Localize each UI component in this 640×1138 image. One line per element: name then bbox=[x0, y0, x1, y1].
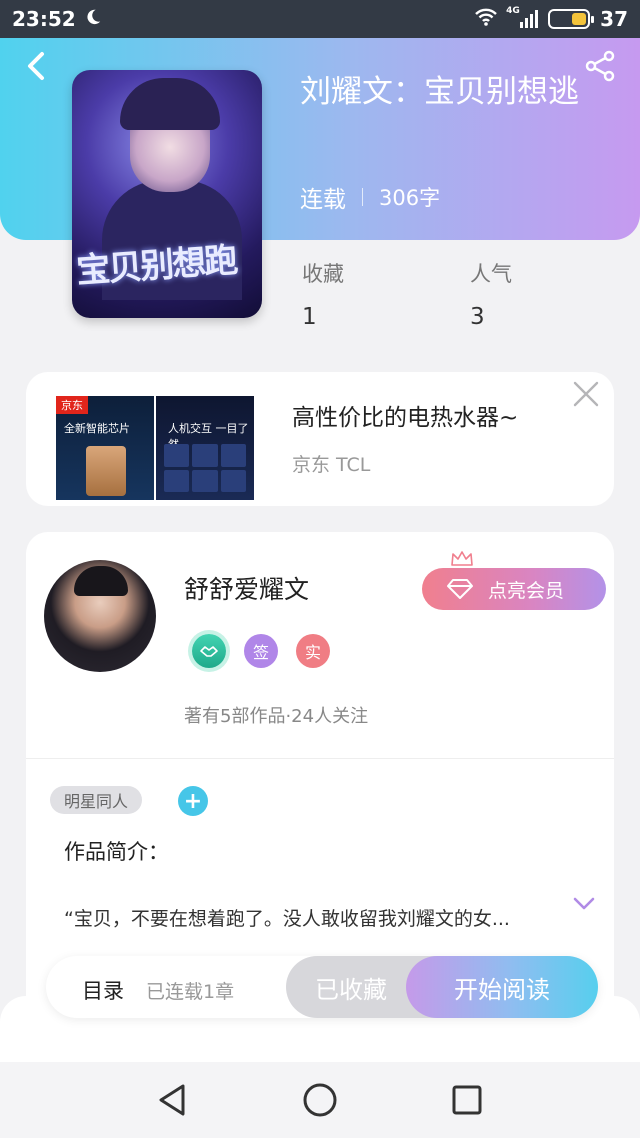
system-nav-bar bbox=[0, 1062, 640, 1138]
intro-title: 作品简介： bbox=[64, 840, 169, 864]
ad-image-caption-left: 全新智能芯片 bbox=[64, 422, 130, 435]
network-type: 4G bbox=[506, 6, 520, 16]
water-heater-image bbox=[86, 446, 126, 496]
book-status: 连载 bbox=[300, 187, 346, 213]
stat-value: 1 bbox=[302, 304, 317, 330]
signed-badge: 签 bbox=[244, 634, 278, 668]
status-right: 4G 37 bbox=[474, 6, 628, 32]
start-reading-label: 开始阅读 bbox=[454, 975, 550, 1004]
status-time: 23:52 bbox=[12, 7, 76, 31]
ad-image[interactable]: 京东 全新智能芯片 人机交互 一目了然 bbox=[56, 396, 256, 500]
favorite-label: 已收藏 bbox=[315, 975, 387, 1004]
start-reading-button[interactable]: 开始阅读 bbox=[406, 956, 598, 1018]
nav-home-icon bbox=[303, 1083, 337, 1117]
battery-icon bbox=[548, 9, 595, 29]
chapter-count: 已连载1章 bbox=[146, 981, 235, 1003]
book-cover[interactable]: 宝贝别想跑 bbox=[72, 70, 262, 318]
stat-popularity: 人气 3 bbox=[470, 258, 512, 330]
nav-back-button[interactable] bbox=[153, 1080, 193, 1120]
ad-close-button[interactable] bbox=[572, 380, 600, 408]
ad-brand-tag: 京东 bbox=[56, 396, 88, 414]
crown-icon bbox=[451, 551, 473, 566]
vip-button[interactable]: 点亮会员 bbox=[422, 568, 606, 610]
status-bar: 23:52 4G 37 bbox=[0, 0, 640, 38]
expand-intro-button[interactable] bbox=[572, 896, 596, 916]
ad-title[interactable]: 高性价比的电热水器~ bbox=[292, 398, 518, 432]
toc-button[interactable]: 目录 bbox=[82, 975, 124, 1005]
author-card: 舒舒爱耀文 点亮会员 签 实 著有5部作品·24人关注 明星同人 + 作品简介：… bbox=[26, 532, 614, 1002]
battery-level: 37 bbox=[600, 7, 628, 31]
nav-back-icon bbox=[159, 1084, 185, 1116]
meta-divider bbox=[362, 188, 363, 206]
book-meta: 连载 306字 bbox=[300, 180, 440, 214]
status-time-group: 23:52 bbox=[12, 7, 102, 31]
stat-favorites: 收藏 1 bbox=[302, 258, 344, 330]
handshake-badge-icon bbox=[192, 634, 226, 668]
add-tag-button[interactable]: + bbox=[178, 786, 208, 816]
book-word-count: 306字 bbox=[379, 186, 441, 210]
close-icon bbox=[573, 381, 599, 407]
moon-icon bbox=[84, 7, 102, 31]
intro-text: “宝贝，不要在想着跑了。没人敢收留我刘耀文的女... bbox=[64, 908, 510, 930]
stat-value: 3 bbox=[470, 304, 485, 330]
divider bbox=[26, 758, 614, 759]
nav-recents-button[interactable] bbox=[447, 1080, 487, 1120]
signal-icon: 4G bbox=[506, 6, 539, 28]
stat-label: 收藏 bbox=[302, 262, 344, 286]
wifi-icon bbox=[474, 7, 498, 32]
ad-card[interactable]: 京东 全新智能芯片 人机交互 一目了然 高性价比的电热水器~ 京东 TCL bbox=[26, 372, 614, 506]
ad-source: 京东 TCL bbox=[292, 454, 371, 476]
book-title: 刘耀文：宝贝别想逃 bbox=[300, 74, 579, 110]
author-avatar[interactable] bbox=[44, 560, 156, 672]
author-stats: 著有5部作品·24人关注 bbox=[184, 706, 369, 727]
nav-recents-icon bbox=[452, 1085, 482, 1115]
verified-badge: 实 bbox=[296, 634, 330, 668]
control-panel-image bbox=[164, 444, 246, 492]
back-button[interactable] bbox=[18, 48, 54, 84]
author-badges: 签 实 bbox=[192, 634, 330, 668]
author-name[interactable]: 舒舒爱耀文 bbox=[184, 570, 309, 606]
action-bar: 目录 已连载1章 已收藏 开始阅读 bbox=[46, 956, 598, 1018]
nav-home-button[interactable] bbox=[300, 1080, 340, 1120]
chevron-down-icon bbox=[573, 897, 595, 910]
stat-label: 人气 bbox=[470, 262, 512, 286]
vip-label: 点亮会员 bbox=[488, 579, 565, 602]
diamond-icon bbox=[447, 579, 473, 599]
back-icon bbox=[28, 52, 44, 80]
genre-tag[interactable]: 明星同人 bbox=[50, 786, 143, 814]
